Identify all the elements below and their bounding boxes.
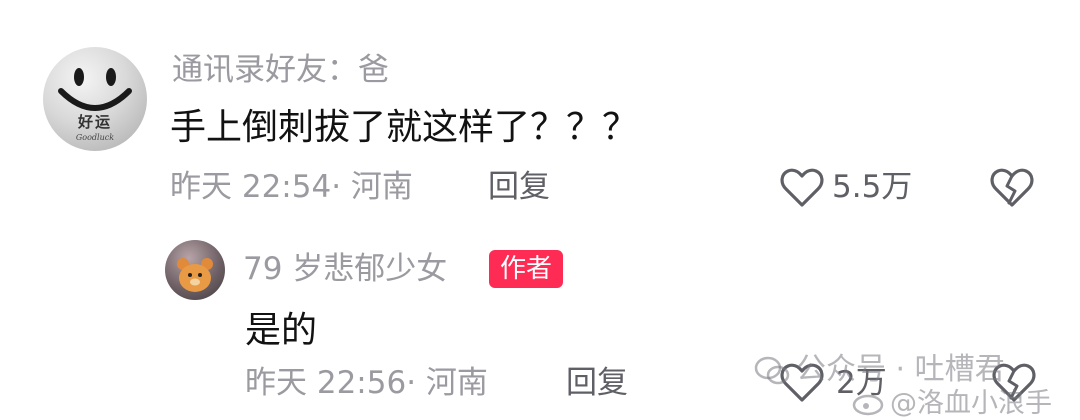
comment-text: 手上倒刺拔了就这样了？？？ [170,107,639,148]
weibo-icon [852,390,886,420]
wechat-icon [754,356,790,390]
like-button[interactable] [780,167,824,213]
like-count: 5.5万 [832,169,913,205]
reply-avatar[interactable] [165,240,225,300]
comment-time-location: 昨天 22:54· 河南 [170,169,413,205]
author-badge: 作者 [489,250,564,288]
reply-reply-button[interactable]: 回复 [566,368,628,399]
weibo-watermark: @洛血小浪手 [890,388,1052,419]
wechat-watermark: 公众号 · 吐槽君 [796,352,1005,387]
reply-text: 是的 [245,310,318,351]
reply-button[interactable]: 回复 [488,172,550,203]
avatar-lettering: 好运 [77,113,112,131]
reply-username[interactable]: 79 岁悲郁少女 [243,254,447,285]
bear-avatar-icon [177,258,213,292]
reply-time-location: 昨天 22:56· 河南 [245,365,488,401]
avatar-caption: Goodluck [75,133,115,142]
heart-icon [780,168,824,207]
dislike-button[interactable] [990,167,1034,213]
broken-heart-icon [990,168,1034,207]
username[interactable]: 通讯录好友：爸 [172,55,389,86]
avatar[interactable]: 好运 Goodluck [43,47,147,151]
